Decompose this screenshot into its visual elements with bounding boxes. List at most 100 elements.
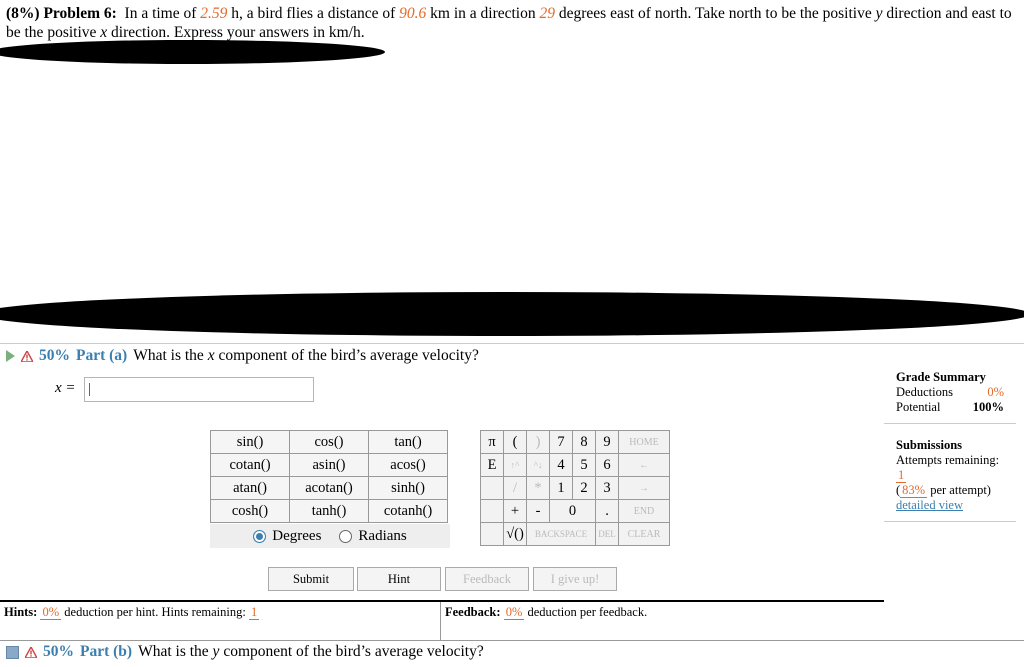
key-1[interactable]: 1 <box>549 476 573 500</box>
question-text: component of the bird’s average velocity… <box>223 643 484 660</box>
tan-button[interactable]: tan() <box>368 430 448 454</box>
blank-key <box>480 476 504 500</box>
radians-label: Radians <box>358 527 407 544</box>
cos-button[interactable]: cos() <box>289 430 369 454</box>
submissions-summary: Submissions Attempts remaining: 1 (83% p… <box>884 424 1016 522</box>
part-a-question: What is the x component of the bird’s av… <box>133 347 479 365</box>
tanh-button[interactable]: tanh() <box>289 499 369 523</box>
atan-button[interactable]: atan() <box>210 476 290 500</box>
potential-label: Potential <box>896 400 941 414</box>
problem-text: degrees east of north. Take north to be … <box>558 5 872 22</box>
per-attempt-text: per attempt) <box>930 483 991 497</box>
angle-mode-selector: Degrees Radians <box>210 524 450 548</box>
home-button[interactable]: HOME <box>618 430 670 454</box>
feedback-button[interactable]: Feedback <box>445 567 529 591</box>
clear-button[interactable]: CLEAR <box>618 522 670 546</box>
numeric-keypad: π ( ) 7 8 9 HOME E ↑^ ^↓ 4 5 6 ← / * 1 2… <box>480 430 670 546</box>
y-variable: y <box>875 5 883 22</box>
question-text: What is the <box>133 347 204 364</box>
key-4[interactable]: 4 <box>549 453 573 477</box>
feedback-panel: Feedback: 0% deduction per feedback. <box>441 602 884 640</box>
hints-text: deduction per hint. Hints remaining: <box>64 605 246 619</box>
answer-label: x = <box>55 380 76 396</box>
delete-button[interactable]: DEL <box>595 522 619 546</box>
hint-button[interactable]: Hint <box>357 567 441 591</box>
e-button[interactable]: E <box>480 453 504 477</box>
warning-icon <box>25 646 37 658</box>
feedback-label: Feedback: <box>445 605 501 619</box>
angle-value: 29 <box>539 5 556 22</box>
key-2[interactable]: 2 <box>572 476 596 500</box>
distance-value: 90.6 <box>399 5 427 22</box>
grade-summary-title: Grade Summary <box>896 370 986 384</box>
acos-button[interactable]: acos() <box>368 453 448 477</box>
right-arrow-button[interactable]: → <box>618 476 670 500</box>
asin-button[interactable]: asin() <box>289 453 369 477</box>
attempts-label: Attempts remaining: <box>896 453 1000 467</box>
question-text: What is the <box>138 643 209 660</box>
function-keypad: sin() cos() tan() cotan() asin() acos() … <box>210 430 448 523</box>
right-paren-button[interactable]: ) <box>526 430 550 454</box>
sin-button[interactable]: sin() <box>210 430 290 454</box>
decimal-button[interactable]: . <box>595 499 619 523</box>
submit-button[interactable]: Submit <box>268 567 354 591</box>
x-variable: x <box>100 24 108 41</box>
detailed-view-link[interactable]: detailed view <box>896 498 963 512</box>
part-b-label: Part (b) <box>80 643 133 660</box>
divide-button[interactable]: / <box>503 476 527 500</box>
cotanh-button[interactable]: cotanh() <box>368 499 448 523</box>
give-up-button[interactable]: I give up! <box>533 567 617 591</box>
potential-value: 100% <box>972 400 1004 414</box>
backspace-button[interactable]: BACKSPACE <box>526 522 596 546</box>
deductions-label: Deductions <box>896 385 953 399</box>
key-8[interactable]: 8 <box>572 430 596 454</box>
key-9[interactable]: 9 <box>595 430 619 454</box>
redaction-bar <box>0 292 1024 336</box>
hints-panel: Hints: 0% deduction per hint. Hints rema… <box>0 602 441 640</box>
key-0[interactable]: 0 <box>549 499 596 523</box>
pi-button[interactable]: π <box>480 430 504 454</box>
problem-statement: (8%) Problem 6: In a time of 2.59 h, a b… <box>6 4 1016 42</box>
answer-input[interactable] <box>84 377 314 402</box>
key-3[interactable]: 3 <box>595 476 619 500</box>
expand-triangle-icon[interactable] <box>6 350 15 362</box>
question-variable: y <box>212 643 220 660</box>
feedback-text: deduction per feedback. <box>527 605 648 619</box>
feedback-deduction: 0% <box>503 605 525 620</box>
radians-radio[interactable] <box>339 529 353 543</box>
warning-icon <box>21 350 33 362</box>
degrees-radio[interactable] <box>253 529 267 543</box>
key-6[interactable]: 6 <box>595 453 619 477</box>
left-arrow-button[interactable]: ← <box>618 453 670 477</box>
key-5[interactable]: 5 <box>572 453 596 477</box>
collapse-icon[interactable] <box>6 645 19 659</box>
divider <box>0 640 1024 641</box>
up-caret-button[interactable]: ↑^ <box>503 453 527 477</box>
cosh-button[interactable]: cosh() <box>210 499 290 523</box>
part-b-header[interactable]: 50% Part (b) What is the y component of … <box>6 643 484 661</box>
minus-button[interactable]: - <box>526 499 550 523</box>
per-attempt-deduction: 83% <box>900 483 928 498</box>
sinh-button[interactable]: sinh() <box>368 476 448 500</box>
hints-label: Hints: <box>4 605 38 619</box>
left-paren-button[interactable]: ( <box>503 430 527 454</box>
divider <box>0 343 1024 344</box>
blank-key <box>480 499 504 523</box>
attempts-value: 1 <box>896 468 907 483</box>
down-caret-button[interactable]: ^↓ <box>526 453 550 477</box>
key-7[interactable]: 7 <box>549 430 573 454</box>
sqrt-button[interactable]: √() <box>503 522 527 546</box>
part-b-question: What is the y component of the bird’s av… <box>138 643 484 661</box>
hints-remaining: 1 <box>248 605 260 620</box>
plus-button[interactable]: + <box>503 499 527 523</box>
question-variable: x <box>207 347 215 364</box>
part-a-header[interactable]: 50% Part (a) What is the x component of … <box>6 347 479 365</box>
cotan-button[interactable]: cotan() <box>210 453 290 477</box>
submissions-title: Submissions <box>896 438 963 452</box>
multiply-button[interactable]: * <box>526 476 550 500</box>
part-a-label: Part (a) <box>76 347 128 364</box>
hint-deduction: 0% <box>40 605 62 620</box>
problem-text: direction. Express your answers in km/h. <box>111 24 365 41</box>
end-button[interactable]: END <box>618 499 670 523</box>
acotan-button[interactable]: acotan() <box>289 476 369 500</box>
